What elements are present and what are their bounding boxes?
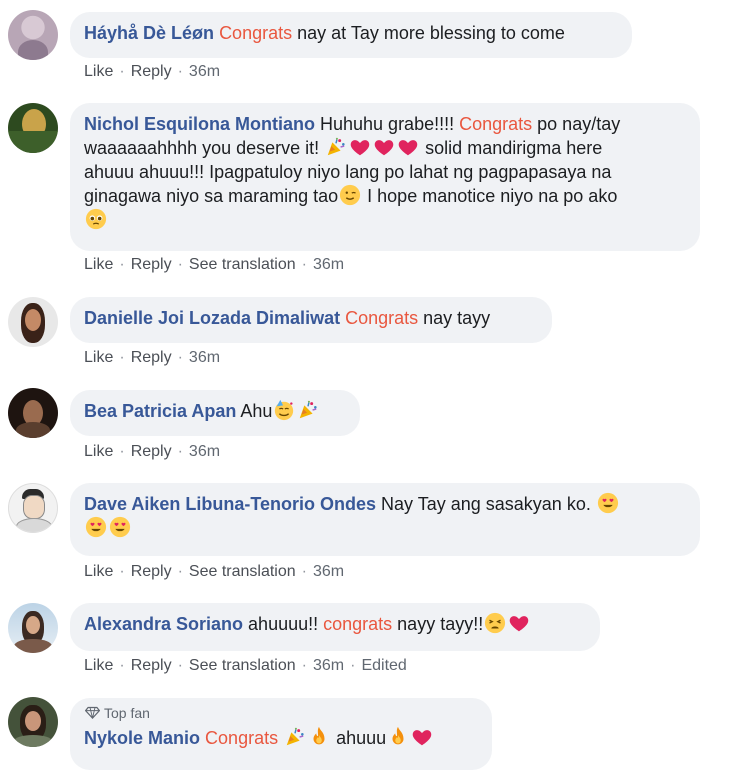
reply-link[interactable]: Reply <box>131 657 172 674</box>
mention-link[interactable]: Congrats <box>205 728 278 748</box>
comment-text: nay tayy <box>418 308 491 328</box>
timestamp[interactable]: 36m <box>313 256 344 273</box>
partying-face-icon <box>273 399 295 421</box>
avatar[interactable] <box>8 297 58 347</box>
heart-icon <box>349 136 371 158</box>
timestamp[interactable]: 36m <box>189 63 220 80</box>
like-link[interactable]: Like <box>84 63 113 80</box>
comment-text: nayy tayy!! <box>392 614 484 634</box>
heart-eyes-icon <box>597 492 619 514</box>
comment-actions: Like · Reply · 36m <box>84 63 221 80</box>
comment-actions: Like · Reply · 36m <box>84 349 221 366</box>
commenter-name[interactable]: Dave Aiken Libuna-Tenorio Ondes <box>84 494 376 514</box>
avatar[interactable] <box>8 388 58 438</box>
comment-bubble: Háyhå Dè Léøn Congrats nay at Tay more b… <box>70 12 632 58</box>
like-link[interactable]: Like <box>84 256 113 273</box>
fire-icon <box>387 726 409 748</box>
comment-actions: Like · Reply · See translation · 36m · Edited <box>84 657 407 674</box>
comment-text: Ahu <box>236 401 273 421</box>
mention-link[interactable]: congrats <box>323 614 392 634</box>
comment-text: I hope manotice niyo na po ako <box>362 186 618 206</box>
like-link[interactable]: Like <box>84 563 113 580</box>
party-popper-icon <box>284 726 306 748</box>
tired-face-icon <box>484 612 506 634</box>
heart-icon <box>397 136 419 158</box>
see-translation-link[interactable]: See translation <box>189 256 296 273</box>
reply-link[interactable]: Reply <box>131 256 172 273</box>
reply-link[interactable]: Reply <box>131 63 172 80</box>
pleading-face-icon <box>85 208 107 230</box>
comment-bubble: Nichol Esquilona Montiano Huhuhu grabe!!… <box>70 103 700 251</box>
timestamp[interactable]: 36m <box>189 443 220 460</box>
commenter-name[interactable]: Danielle Joi Lozada Dimaliwat <box>84 308 340 328</box>
heart-icon <box>373 136 395 158</box>
commenter-name[interactable]: Háyhå Dè Léøn <box>84 23 214 43</box>
comment-text: Nay Tay ang sasakyan ko. <box>376 494 596 514</box>
comment-text: solid mandirigma here <box>420 138 603 158</box>
timestamp[interactable]: 36m <box>313 657 344 674</box>
comment-text: po nay/tay <box>532 114 621 134</box>
heart-eyes-icon <box>109 516 131 538</box>
commenter-name[interactable]: Alexandra Soriano <box>84 614 243 634</box>
top-fan-label: Top fan <box>104 705 150 721</box>
timestamp[interactable]: 36m <box>189 349 220 366</box>
like-link[interactable]: Like <box>84 443 113 460</box>
comment-actions: Like · Reply · See translation · 36m <box>84 563 345 580</box>
party-popper-icon <box>325 136 347 158</box>
comment-actions: Like · Reply · 36m <box>84 443 221 460</box>
top-fan-badge: Top fan <box>84 704 478 722</box>
heart-icon <box>508 612 530 634</box>
see-translation-link[interactable]: See translation <box>189 657 296 674</box>
heart-icon <box>411 726 433 748</box>
avatar[interactable] <box>8 10 58 60</box>
mention-link[interactable]: Congrats <box>219 23 292 43</box>
see-translation-link[interactable]: See translation <box>189 563 296 580</box>
comment-text: ahuuuu!! <box>243 614 324 634</box>
mention-link[interactable]: Congrats <box>345 308 418 328</box>
avatar[interactable] <box>8 103 58 153</box>
comment-bubble: Alexandra Soriano ahuuuu!! congrats nayy… <box>70 603 600 651</box>
diamond-icon <box>85 705 100 720</box>
avatar[interactable] <box>8 603 58 653</box>
reply-link[interactable]: Reply <box>131 349 172 366</box>
commenter-name[interactable]: Bea Patricia Apan <box>84 401 236 421</box>
like-link[interactable]: Like <box>84 657 113 674</box>
comment-bubble: Top fan Nykole Manio Congrats ahuuu <box>70 698 492 770</box>
commenter-name[interactable]: Nykole Manio <box>84 728 200 748</box>
like-link[interactable]: Like <box>84 349 113 366</box>
party-popper-icon <box>297 399 319 421</box>
comment-text: ahuuu ahuuu!!! Ipagpatuloy niyo lang po … <box>84 162 612 182</box>
reply-link[interactable]: Reply <box>131 563 172 580</box>
comment-text: waaaaaahhhh you deserve it! <box>84 138 325 158</box>
comment-bubble: Dave Aiken Libuna-Tenorio Ondes Nay Tay … <box>70 483 700 556</box>
avatar[interactable] <box>8 483 58 533</box>
heart-eyes-icon <box>85 516 107 538</box>
comment-text: ginagawa niyo sa maraming tao <box>84 186 339 206</box>
comment-text: ahuuu <box>331 728 387 748</box>
comment-bubble: Danielle Joi Lozada Dimaliwat Congrats n… <box>70 297 552 343</box>
edited-label[interactable]: Edited <box>361 657 406 674</box>
winking-face-icon <box>339 184 361 206</box>
reply-link[interactable]: Reply <box>131 443 172 460</box>
commenter-name[interactable]: Nichol Esquilona Montiano <box>84 114 315 134</box>
comment-bubble: Bea Patricia Apan Ahu <box>70 390 360 436</box>
timestamp[interactable]: 36m <box>313 563 344 580</box>
avatar[interactable] <box>8 697 58 747</box>
comment-text: nay at Tay more blessing to come <box>292 23 565 43</box>
comment-text: Huhuhu grabe!!!! <box>315 114 460 134</box>
fire-icon <box>308 726 330 748</box>
comment-actions: Like · Reply · See translation · 36m <box>84 256 345 273</box>
mention-link[interactable]: Congrats <box>459 114 532 134</box>
